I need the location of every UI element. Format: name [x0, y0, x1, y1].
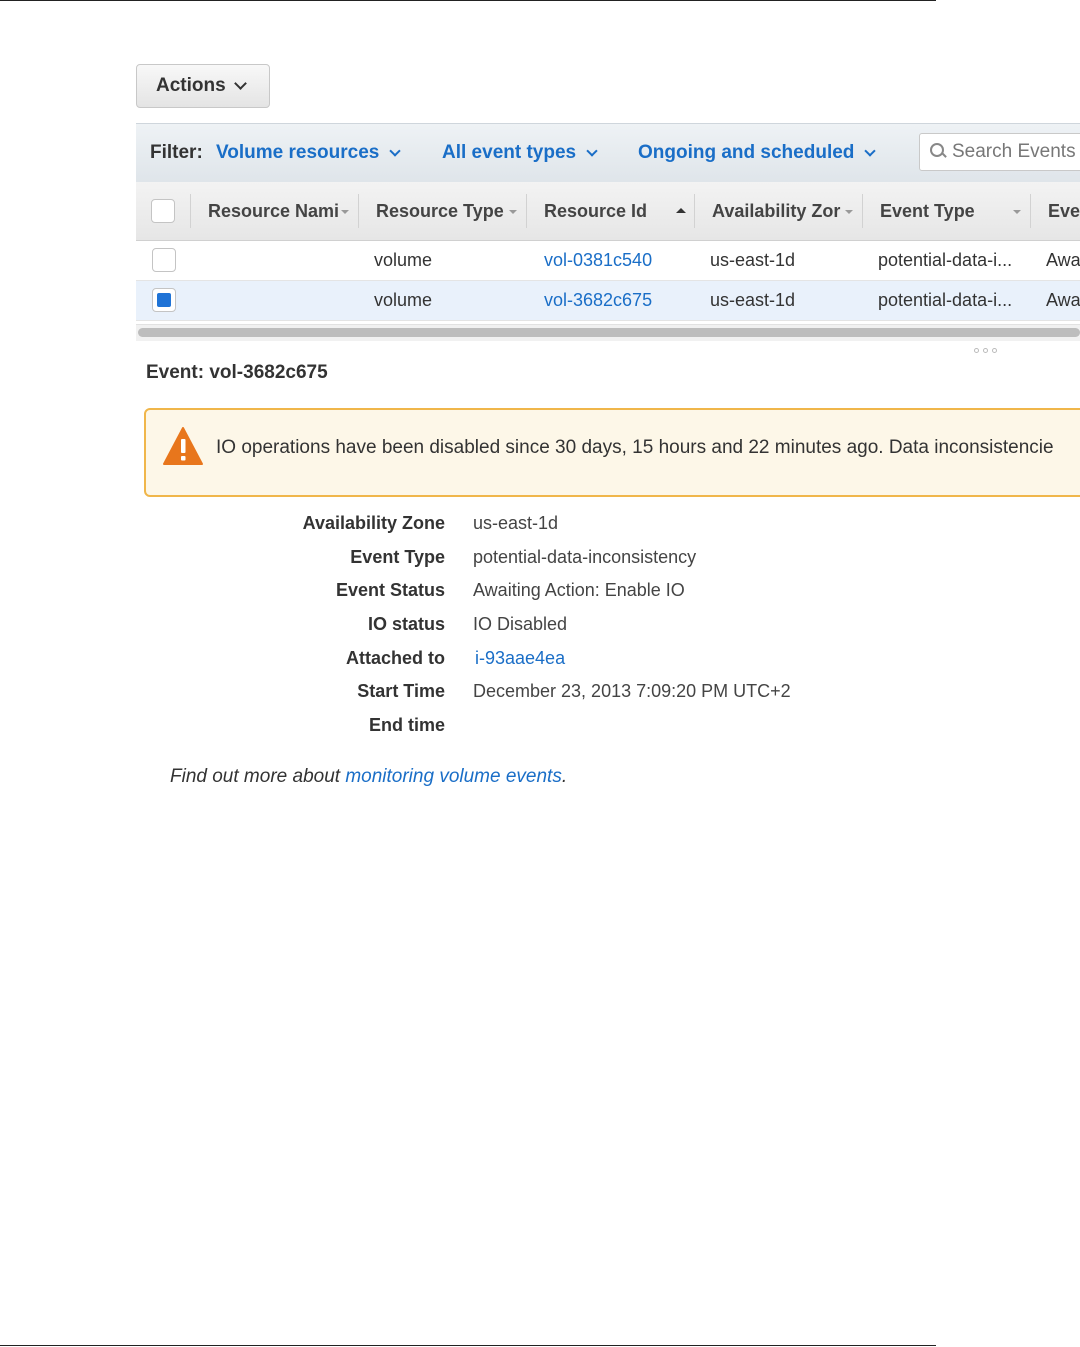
resize-dot — [992, 348, 997, 353]
column-header-resource-type[interactable]: Resource Type — [376, 201, 504, 222]
cell-resource-id-link[interactable]: vol-0381c540 — [544, 250, 652, 271]
search-box[interactable] — [919, 133, 1080, 171]
chevron-down-icon — [586, 144, 598, 157]
attached-instance-link[interactable]: i-93aae4ea — [475, 648, 565, 669]
table-header: Resource Nami Resource Type Resource Id … — [136, 182, 1080, 241]
footer-note-suffix: . — [561, 766, 568, 787]
column-separator — [190, 194, 191, 228]
pane-resize-handle[interactable] — [974, 348, 997, 353]
column-separator — [1030, 194, 1031, 228]
cell-event-type: potential-data-i... — [878, 290, 1013, 310]
filter-resources-dropdown[interactable]: Volume resources — [216, 142, 401, 164]
detail-row-attached-to: Attached to i-93aae4ea — [0, 648, 1080, 678]
column-header-event-type[interactable]: Event Type — [880, 201, 975, 222]
events-table: Resource Nami Resource Type Resource Id … — [136, 182, 1080, 342]
row-checkbox[interactable] — [152, 288, 176, 312]
filter-label: Filter: — [150, 142, 203, 163]
actions-button[interactable]: Actions — [136, 64, 270, 108]
cell-resource-id-link[interactable]: vol-3682c675 — [544, 290, 652, 311]
filter-status-dropdown[interactable]: Ongoing and scheduled — [638, 142, 877, 164]
warning-alert: IO operations have been disabled since 3… — [144, 408, 1080, 497]
detail-row-availability-zone: Availability Zone us-east-1d — [0, 513, 1080, 543]
actions-button-label: Actions — [156, 75, 226, 96]
column-header-event-status[interactable]: Eve — [1048, 201, 1080, 222]
detail-value: December 23, 2013 7:09:20 PM UTC+2 — [473, 681, 791, 701]
column-header-resource-id[interactable]: Resource Id — [544, 201, 647, 222]
detail-value: us-east-1d — [473, 513, 559, 533]
table-row[interactable]: volume vol-0381c540 us-east-1d potential… — [136, 241, 1080, 281]
search-icon — [930, 143, 946, 161]
cell-resource-type: volume — [374, 290, 433, 310]
select-all-checkbox[interactable] — [151, 199, 175, 223]
cell-event-status: Awa — [1046, 250, 1080, 270]
detail-row-event-status: Event Status Awaiting Action: Enable IO — [0, 580, 1080, 610]
column-separator — [358, 194, 359, 228]
cell-availability-zone: us-east-1d — [710, 250, 796, 270]
cell-event-status: Awa — [1046, 290, 1080, 310]
detail-value: Awaiting Action: Enable IO — [473, 580, 685, 600]
cell-availability-zone: us-east-1d — [710, 290, 796, 310]
detail-value: potential-data-inconsistency — [473, 547, 697, 567]
detail-label: Start Time — [357, 681, 445, 701]
chevron-down-icon — [864, 144, 877, 157]
column-header-resource-name[interactable]: Resource Nami — [208, 201, 339, 222]
footer-note-prefix: Find out more about — [170, 766, 341, 787]
sort-toggle-icon[interactable] — [1013, 210, 1021, 214]
column-separator — [862, 194, 863, 228]
filter-event-types-label: All event types — [442, 142, 577, 163]
warning-message: IO operations have been disabled since 3… — [216, 437, 1054, 458]
detail-row-io-status: IO status IO Disabled — [0, 614, 1080, 644]
filter-status-label: Ongoing and scheduled — [638, 142, 855, 163]
detail-label: Event Status — [335, 580, 445, 600]
cell-resource-type: volume — [374, 250, 433, 270]
detail-row-end-time: End time — [0, 715, 1080, 745]
horizontal-scrollbar-thumb[interactable] — [138, 328, 1080, 337]
chevron-down-icon — [389, 144, 401, 157]
column-separator — [526, 194, 527, 228]
page-top-rule — [0, 0, 936, 1]
detail-label: Availability Zone — [302, 513, 445, 533]
resize-dot — [974, 348, 979, 353]
detail-row-event-type: Event Type potential-data-inconsistency — [0, 547, 1080, 577]
sort-asc-icon[interactable] — [676, 208, 686, 213]
detail-label: IO status — [367, 614, 445, 634]
page-bottom-rule — [0, 1345, 936, 1346]
cell-event-type: potential-data-i... — [878, 250, 1013, 270]
column-header-availability-zone[interactable]: Availability Zor — [712, 201, 840, 222]
filter-resources-label: Volume resources — [216, 142, 380, 163]
table-row[interactable]: volume vol-3682c675 us-east-1d potential… — [136, 281, 1080, 321]
column-separator — [694, 194, 695, 228]
chevron-down-icon — [233, 77, 247, 90]
warning-triangle-icon — [163, 427, 203, 465]
filter-bar: Filter: Volume resources All event types… — [136, 123, 1080, 183]
sort-toggle-icon[interactable] — [845, 210, 853, 214]
sort-toggle-icon[interactable] — [341, 210, 349, 214]
detail-label: Event Type — [350, 547, 445, 567]
detail-label: Attached to — [346, 648, 445, 668]
monitoring-volume-events-link[interactable]: monitoring volume events — [345, 766, 562, 787]
detail-label: End time — [368, 715, 445, 735]
event-title: Event: vol-3682c675 — [146, 362, 328, 383]
resize-dot — [983, 348, 988, 353]
detail-row-start-time: Start Time December 23, 2013 7:09:20 PM … — [0, 681, 1080, 711]
filter-event-types-dropdown[interactable]: All event types — [442, 142, 598, 164]
search-input[interactable] — [952, 141, 1080, 163]
detail-value: IO Disabled — [473, 614, 568, 634]
row-checkbox[interactable] — [152, 248, 176, 272]
footer-note: Find out more about monitoring volume ev… — [170, 766, 567, 788]
sort-toggle-icon[interactable] — [509, 210, 517, 214]
